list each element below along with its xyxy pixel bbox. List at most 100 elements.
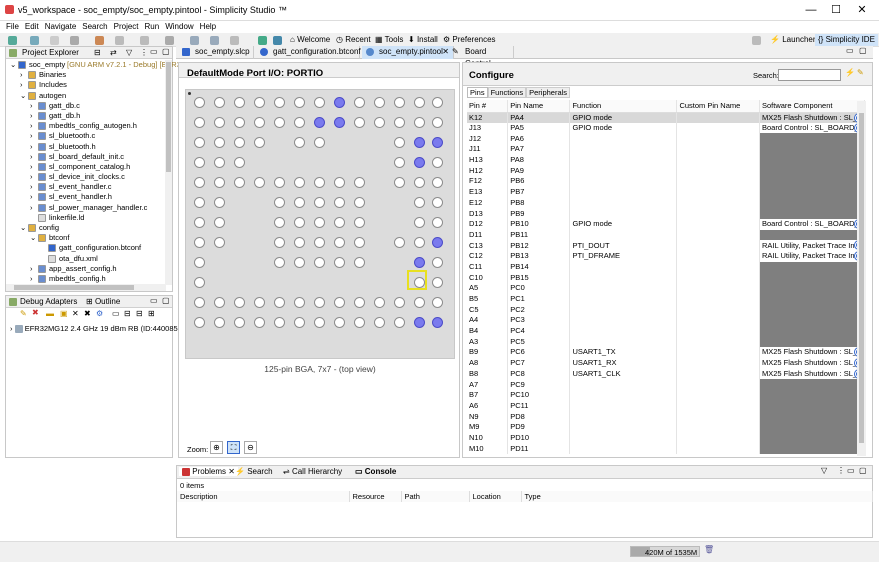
custom-pin-name-cell[interactable]: [676, 379, 760, 390]
bga-pin[interactable]: [334, 97, 345, 108]
bga-pin[interactable]: [354, 117, 365, 128]
bga-pin[interactable]: [334, 177, 345, 188]
welcome-button[interactable]: ⌂ Welcome: [290, 35, 330, 44]
bga-pin[interactable]: [294, 317, 305, 328]
custom-pin-name-cell[interactable]: [676, 250, 760, 262]
bga-pin[interactable]: [194, 217, 205, 228]
tree-item[interactable]: ⌄ config: [6, 223, 172, 233]
custom-pin-name-cell[interactable]: [676, 443, 760, 454]
bga-pin[interactable]: [194, 157, 205, 168]
pin-table-row[interactable]: E13 PB7: [467, 186, 865, 198]
bga-pin[interactable]: [314, 317, 325, 328]
expand-arrow-icon[interactable]: ⌄: [20, 91, 26, 101]
pin-table-row[interactable]: A7 PC9: [467, 379, 865, 390]
bga-pin[interactable]: [432, 157, 443, 168]
pin-table-row[interactable]: B7 PC10: [467, 389, 865, 401]
close-button[interactable]: ✕: [851, 3, 873, 17]
minimize-button[interactable]: —: [800, 3, 822, 17]
debug-adapter-item[interactable]: › EFR32MG12 2.4 GHz 19 dBm RB (ID:440085…: [10, 324, 193, 334]
tree-item[interactable]: gatt_configuration.btconf: [6, 243, 172, 253]
garbage-collect-icon[interactable]: 🗑: [704, 545, 714, 554]
custom-pin-name-cell[interactable]: [676, 283, 760, 294]
bga-pin[interactable]: [294, 97, 305, 108]
bga-pin[interactable]: [294, 217, 305, 228]
build-icon[interactable]: [95, 36, 104, 45]
bga-pin[interactable]: [214, 117, 225, 128]
bga-pin[interactable]: [214, 177, 225, 188]
bga-pin[interactable]: [414, 177, 425, 188]
column-description[interactable]: Description: [177, 491, 350, 502]
tree-item[interactable]: › sl_power_manager_handler.c: [6, 203, 172, 213]
custom-pin-name-cell[interactable]: [676, 176, 760, 187]
bga-pin[interactable]: [214, 97, 225, 108]
bga-pin[interactable]: [354, 177, 365, 188]
bga-pin[interactable]: [432, 297, 443, 308]
tree-item[interactable]: ota_dfu.xml: [6, 254, 172, 264]
bga-pin[interactable]: [294, 197, 305, 208]
bga-pin[interactable]: [432, 217, 443, 228]
pin-table-row[interactable]: B9 PC6 USART1_TX MX25 Flash Shutdown : SL_M: [467, 347, 865, 358]
configure-search-input[interactable]: [778, 69, 841, 81]
outline-tab[interactable]: ⊞ Outline: [86, 297, 120, 306]
bga-pin[interactable]: [234, 177, 245, 188]
tree-item[interactable]: › mbedtls_config_autogen.h: [6, 121, 172, 131]
bga-pin[interactable]: [234, 97, 245, 108]
custom-pin-name-cell[interactable]: [676, 208, 760, 219]
bga-pin[interactable]: [432, 117, 443, 128]
external-tools-icon[interactable]: [140, 36, 149, 45]
expand-arrow-icon[interactable]: ›: [30, 192, 33, 202]
bga-pin[interactable]: [414, 197, 425, 208]
bga-pin[interactable]: [234, 137, 245, 148]
custom-pin-name-cell[interactable]: [676, 133, 760, 145]
bga-pin[interactable]: [354, 97, 365, 108]
expand-arrow-icon[interactable]: ›: [30, 274, 33, 284]
expand-arrow-icon[interactable]: ›: [30, 172, 33, 182]
bga-pin[interactable]: [274, 297, 285, 308]
custom-pin-name-cell[interactable]: [676, 411, 760, 422]
bga-pin[interactable]: [334, 297, 345, 308]
bga-pin[interactable]: [214, 237, 225, 248]
bga-pin[interactable]: [394, 317, 405, 328]
menu-project[interactable]: Project: [114, 21, 139, 33]
bga-pin[interactable]: [294, 297, 305, 308]
bga-pin[interactable]: [274, 317, 285, 328]
heap-status[interactable]: 420M of 1535M: [630, 546, 700, 557]
bga-pin[interactable]: [194, 137, 205, 148]
custom-pin-name-cell[interactable]: [676, 122, 760, 134]
pin-table-row[interactable]: M9 PD9: [467, 421, 865, 433]
folder-icon[interactable]: ▬: [46, 309, 54, 318]
custom-pin-name-cell[interactable]: [676, 165, 760, 177]
custom-pin-name-cell[interactable]: [676, 421, 760, 433]
pin-table-row[interactable]: A8 PC7 USART1_RX MX25 Flash Shutdown : SL_M: [467, 357, 865, 369]
bga-pin[interactable]: [374, 317, 385, 328]
edit-configure-icon[interactable]: ✎: [857, 68, 864, 77]
menu-search[interactable]: Search: [82, 21, 107, 33]
bga-pin[interactable]: [394, 237, 405, 248]
expand-arrow-icon[interactable]: ›: [30, 182, 33, 192]
minimize-editor-icon[interactable]: ▭: [846, 46, 854, 55]
pin-table-row[interactable]: D12 PB10 GPIO mode Board Control : SL_BOARD…: [467, 218, 865, 230]
tab-gatt-configuration[interactable]: gatt_configuration.btconf: [256, 46, 361, 59]
tree-item[interactable]: › sl_bluetooth.c: [6, 131, 172, 141]
bga-pin[interactable]: [194, 117, 205, 128]
view-menu-icon[interactable]: ⋮: [837, 466, 845, 475]
tree-item[interactable]: ⌄ soc_empty [GNU ARM v7.2.1 - Debug] [EFR…: [6, 60, 181, 70]
pin-table-row[interactable]: H13 PA8: [467, 154, 865, 166]
maximize-editor-icon[interactable]: ▢: [859, 46, 867, 55]
bga-pin[interactable]: [414, 237, 425, 248]
bga-pin[interactable]: [314, 217, 325, 228]
bga-pin[interactable]: [314, 97, 325, 108]
pin-table-row[interactable]: F12 PB6: [467, 176, 865, 187]
bga-pin[interactable]: [254, 297, 265, 308]
tab-peripherals[interactable]: Peripherals: [526, 87, 571, 98]
maximize-view-icon[interactable]: ▢: [162, 47, 170, 56]
custom-pin-name-cell[interactable]: [676, 154, 760, 166]
tree-item[interactable]: ⌄ btconf: [6, 233, 172, 243]
bga-pin[interactable]: [294, 177, 305, 188]
tree-item[interactable]: › sl_component_catalog.h: [6, 162, 172, 172]
bga-pin[interactable]: [394, 137, 405, 148]
zoom-in-button[interactable]: ⊕: [210, 441, 223, 454]
grid-icon[interactable]: [273, 36, 282, 45]
collapse-icon[interactable]: ⊟: [136, 309, 143, 318]
expand-arrow-icon[interactable]: ›: [30, 131, 33, 141]
